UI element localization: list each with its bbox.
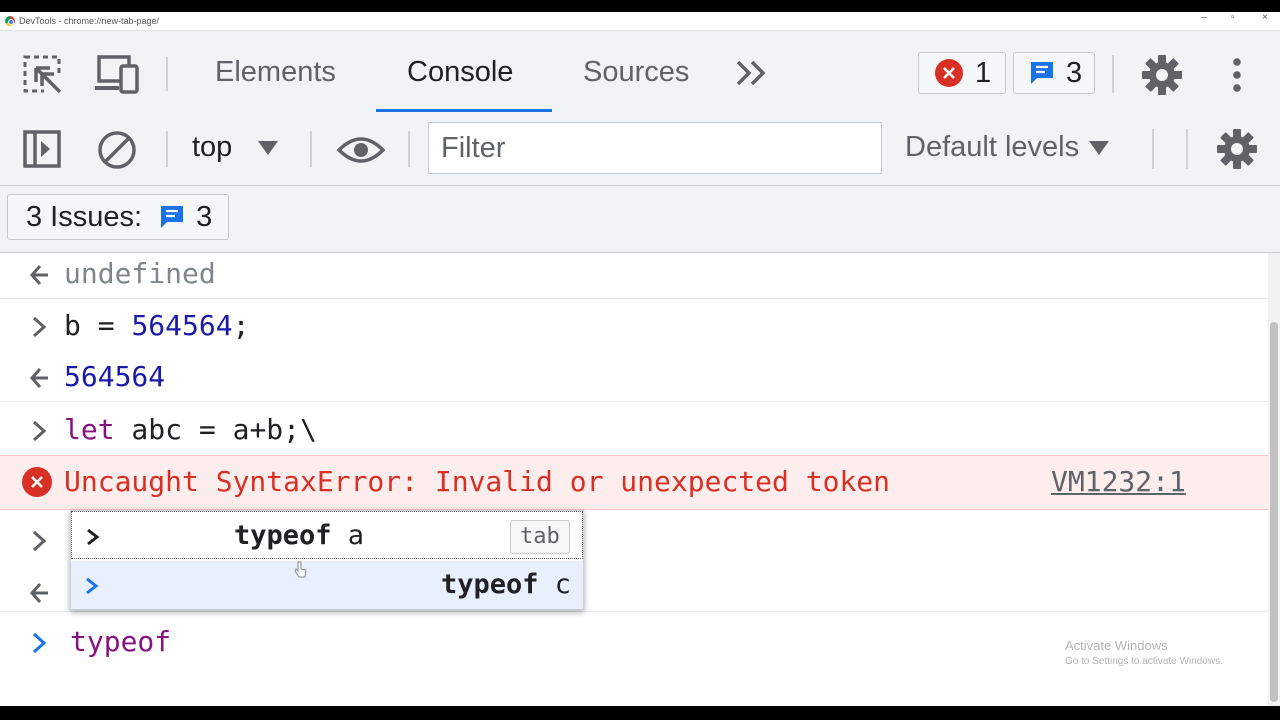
activate-windows-watermark: Activate Windows Go to Settings to activ… [1065, 638, 1223, 670]
autocomplete-arg: c [538, 569, 571, 600]
show-sidebar-icon[interactable] [20, 127, 64, 171]
result-arrow-icon [29, 265, 48, 285]
input-keyword: let [64, 413, 115, 446]
watermark-title: Activate Windows [1065, 638, 1168, 653]
more-options-icon[interactable] [1224, 53, 1250, 97]
error-icon [22, 467, 52, 497]
tabbar-divider-right [1112, 55, 1114, 93]
window-titlebar: DevTools - chrome://new-tab-page/ – ▫ × [0, 12, 1280, 31]
chevron-right-icon [86, 577, 99, 595]
input-number: 564564 [131, 309, 233, 342]
issues-label: 3 Issues: [26, 200, 143, 233]
autocomplete-arg: a [331, 520, 365, 551]
prompt-chevron-icon [32, 632, 47, 654]
context-selector[interactable]: top [192, 131, 279, 164]
live-expression-eye-icon[interactable] [334, 131, 388, 169]
minimize-button[interactable]: – [1201, 12, 1207, 23]
toolbar-divider [166, 131, 168, 167]
dropdown-arrow-icon [258, 140, 279, 155]
toolbar-divider-5 [1186, 129, 1188, 169]
message-count: 3 [1066, 56, 1083, 89]
chrome-logo-icon [5, 16, 15, 26]
console-error-row: Uncaught SyntaxError: Invalid or unexpec… [0, 455, 1268, 510]
context-selector-value: top [192, 131, 233, 163]
tabbar-divider [166, 57, 168, 91]
filter-input[interactable]: Filter [428, 122, 882, 174]
autocomplete-keyword: typeof [234, 520, 332, 551]
close-window-button[interactable]: × [1262, 12, 1268, 23]
autocomplete-popup: typeof a tab typeof c [70, 510, 584, 610]
bottom-letterbox [0, 706, 1280, 720]
input-semicolon: ; [232, 309, 250, 342]
input-variable: b [64, 309, 81, 342]
console-input-row[interactable]: b = 564564; [0, 305, 1268, 349]
devtools-window: DevTools - chrome://new-tab-page/ – ▫ × … [0, 12, 1280, 706]
tab-console[interactable]: Console [407, 31, 513, 113]
row-divider [0, 298, 1268, 299]
devtools-tabbar: Elements Console Sources 1 3 [0, 31, 1280, 114]
autocomplete-item-selected[interactable]: typeof c [71, 561, 583, 609]
window-title: DevTools - chrome://new-tab-page/ [19, 16, 160, 26]
messages-counter-button[interactable]: 3 [1013, 52, 1095, 94]
autocomplete-item[interactable]: typeof a tab [71, 511, 583, 559]
console-input-row[interactable]: let abc = a+b;\ [0, 409, 1268, 453]
levels-dropdown-arrow-icon [1089, 140, 1110, 155]
tab-hint-badge: tab [510, 520, 570, 554]
active-tab-indicator [376, 109, 552, 112]
device-toolbar-icon[interactable] [92, 53, 142, 95]
log-levels-value: Default levels [905, 131, 1080, 163]
console-result-row: 564564 [0, 356, 1268, 400]
restore-button[interactable]: ▫ [1231, 12, 1235, 23]
tab-elements[interactable]: Elements [215, 31, 336, 113]
result-number: 564564 [64, 360, 166, 393]
row-divider [0, 611, 1268, 612]
issues-bar: 3 Issues: 3 [0, 186, 1280, 253]
autocomplete-keyword: typeof [440, 569, 539, 600]
toolbar-divider-2 [310, 131, 312, 167]
input-chevron-icon [32, 316, 47, 338]
console-toolbar: top Filter Default levels [0, 113, 1280, 186]
chevron-right-icon [87, 528, 100, 546]
inspect-element-icon[interactable] [20, 53, 66, 95]
console-scrollbar-thumb[interactable] [1270, 322, 1278, 702]
more-tabs-icon[interactable] [732, 55, 772, 91]
log-levels-dropdown[interactable]: Default levels [905, 131, 1110, 164]
toolbar-divider-4 [1152, 129, 1154, 169]
input-operator: = [80, 309, 132, 342]
result-arrow-icon [29, 368, 48, 388]
toolbar-divider-3 [408, 131, 410, 167]
console-settings-gear-icon[interactable] [1215, 127, 1259, 171]
input-chevron-icon [32, 420, 47, 442]
watermark-subtitle: Go to Settings to activate Windows. [1065, 656, 1223, 667]
prompt-input[interactable]: typeof [70, 625, 171, 658]
issues-button[interactable]: 3 Issues: 3 [7, 194, 229, 240]
error-counter-button[interactable]: 1 [918, 52, 1006, 94]
console-result-row: undefined [0, 253, 1268, 297]
error-source-link[interactable]: VM1232:1 [1051, 465, 1186, 498]
issues-count: 3 [196, 200, 213, 233]
result-arrow-icon [29, 583, 48, 603]
result-value: undefined [64, 257, 216, 290]
message-icon [1028, 59, 1056, 87]
error-count: 1 [975, 56, 992, 89]
error-message: Uncaught SyntaxError: Invalid or unexpec… [64, 465, 891, 498]
hand-cursor-icon [294, 561, 307, 578]
issues-message-icon [158, 203, 186, 231]
tab-sources[interactable]: Sources [583, 31, 689, 113]
input-chevron-icon [32, 530, 47, 552]
input-code: abc = a+b;\ [114, 413, 317, 446]
row-divider [0, 401, 1268, 402]
clear-console-icon[interactable] [94, 127, 140, 173]
settings-gear-icon[interactable] [1140, 53, 1184, 97]
error-icon [935, 59, 963, 87]
